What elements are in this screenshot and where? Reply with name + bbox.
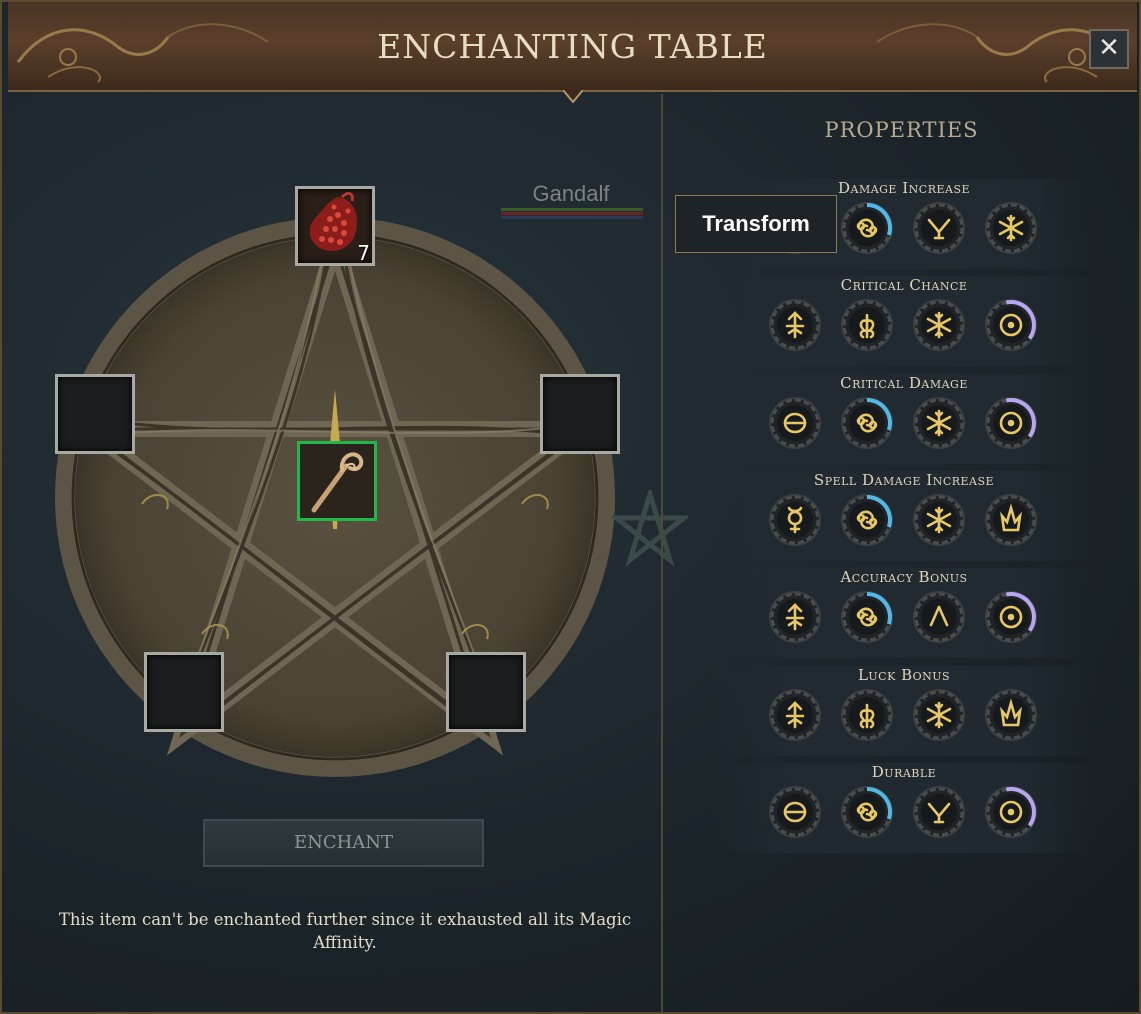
- reagent-slot-left[interactable]: [55, 374, 135, 454]
- property-row: Spell Damage Increase: [714, 470, 1094, 561]
- reagent-slot-bottom-left[interactable]: [144, 652, 224, 732]
- mercury-rune-icon[interactable]: [769, 493, 821, 546]
- circle-dot-rune-icon[interactable]: [985, 785, 1037, 838]
- arrow-rune-icon[interactable]: [769, 299, 821, 352]
- arrow-rune-icon[interactable]: [769, 591, 821, 644]
- stamina-bar: [501, 212, 643, 215]
- enchant-button[interactable]: ENCHANT: [203, 819, 484, 867]
- reagent-count: 7: [357, 241, 370, 265]
- arrow-rune-icon[interactable]: [769, 688, 821, 741]
- theta-rune-icon[interactable]: [769, 785, 821, 838]
- property-name: Durable: [871, 762, 937, 781]
- reagent-slot-top[interactable]: 7: [295, 186, 375, 266]
- player-name: Gandalf: [532, 181, 610, 206]
- property-name: Accuracy Bonus: [840, 568, 968, 587]
- property-name: Luck Bonus: [857, 665, 951, 684]
- lambda-rune-icon[interactable]: [913, 591, 965, 644]
- fork-rune-icon[interactable]: [913, 202, 965, 254]
- flame-rune-icon[interactable]: [985, 493, 1037, 546]
- wheat-rune-icon[interactable]: [841, 688, 893, 741]
- enchant-panel: 7 Gandalf ENCHANT This item can't be enc…: [10, 94, 662, 1012]
- property-row: Critical Damage: [714, 373, 1094, 464]
- circle-dot-rune-icon[interactable]: [985, 299, 1037, 352]
- transform-tooltip: Transform: [675, 195, 837, 253]
- window-header: ENCHANTING TABLE ✕: [8, 2, 1137, 92]
- theta-rune-icon[interactable]: [769, 396, 821, 449]
- wheat-rune-icon[interactable]: [841, 299, 893, 352]
- cancer-rune-icon[interactable]: [841, 396, 893, 449]
- snowflake-rune-icon[interactable]: [913, 493, 965, 546]
- enchanting-table-window: ENCHANTING TABLE ✕ 7 Gandalf ENCHANT Thi…: [0, 0, 1141, 1014]
- property-row: Accuracy Bonus: [714, 568, 1094, 659]
- cancer-rune-icon[interactable]: [841, 785, 893, 838]
- property-name: Critical Damage: [840, 373, 968, 392]
- circle-dot-rune-icon[interactable]: [985, 396, 1037, 449]
- snowflake-rune-icon[interactable]: [913, 299, 965, 352]
- snowflake-rune-icon[interactable]: [985, 202, 1037, 254]
- property-name: Spell Damage Increase: [813, 470, 995, 489]
- snowflake-rune-icon[interactable]: [913, 688, 965, 741]
- reagent-slot-right[interactable]: [540, 374, 620, 454]
- close-button[interactable]: ✕: [1089, 29, 1129, 69]
- reagent-slot-bottom-right[interactable]: [446, 652, 526, 732]
- window-title: ENCHANTING TABLE: [377, 27, 768, 66]
- staff-icon: [300, 444, 374, 518]
- panel-divider: [661, 94, 663, 1012]
- circle-dot-rune-icon[interactable]: [985, 591, 1037, 644]
- snowflake-rune-icon[interactable]: [913, 396, 965, 449]
- properties-title: PROPERTIES: [824, 118, 979, 142]
- cancer-rune-icon[interactable]: [841, 202, 893, 254]
- cancer-rune-icon[interactable]: [841, 493, 893, 546]
- property-row: Durable: [714, 762, 1094, 853]
- property-row: Luck Bonus: [714, 665, 1094, 756]
- mana-bar: [501, 216, 643, 219]
- property-row: Critical Chance: [714, 276, 1094, 367]
- health-bar: [501, 208, 643, 211]
- enchant-notice: This item can't be enchanted further sin…: [58, 910, 632, 952]
- cancer-rune-icon[interactable]: [841, 591, 893, 644]
- flame-rune-icon[interactable]: [985, 688, 1037, 741]
- fork-rune-icon[interactable]: [913, 785, 965, 838]
- property-name: Critical Chance: [840, 276, 968, 295]
- player-status-bars: [501, 208, 643, 220]
- item-slot-center[interactable]: [297, 441, 377, 521]
